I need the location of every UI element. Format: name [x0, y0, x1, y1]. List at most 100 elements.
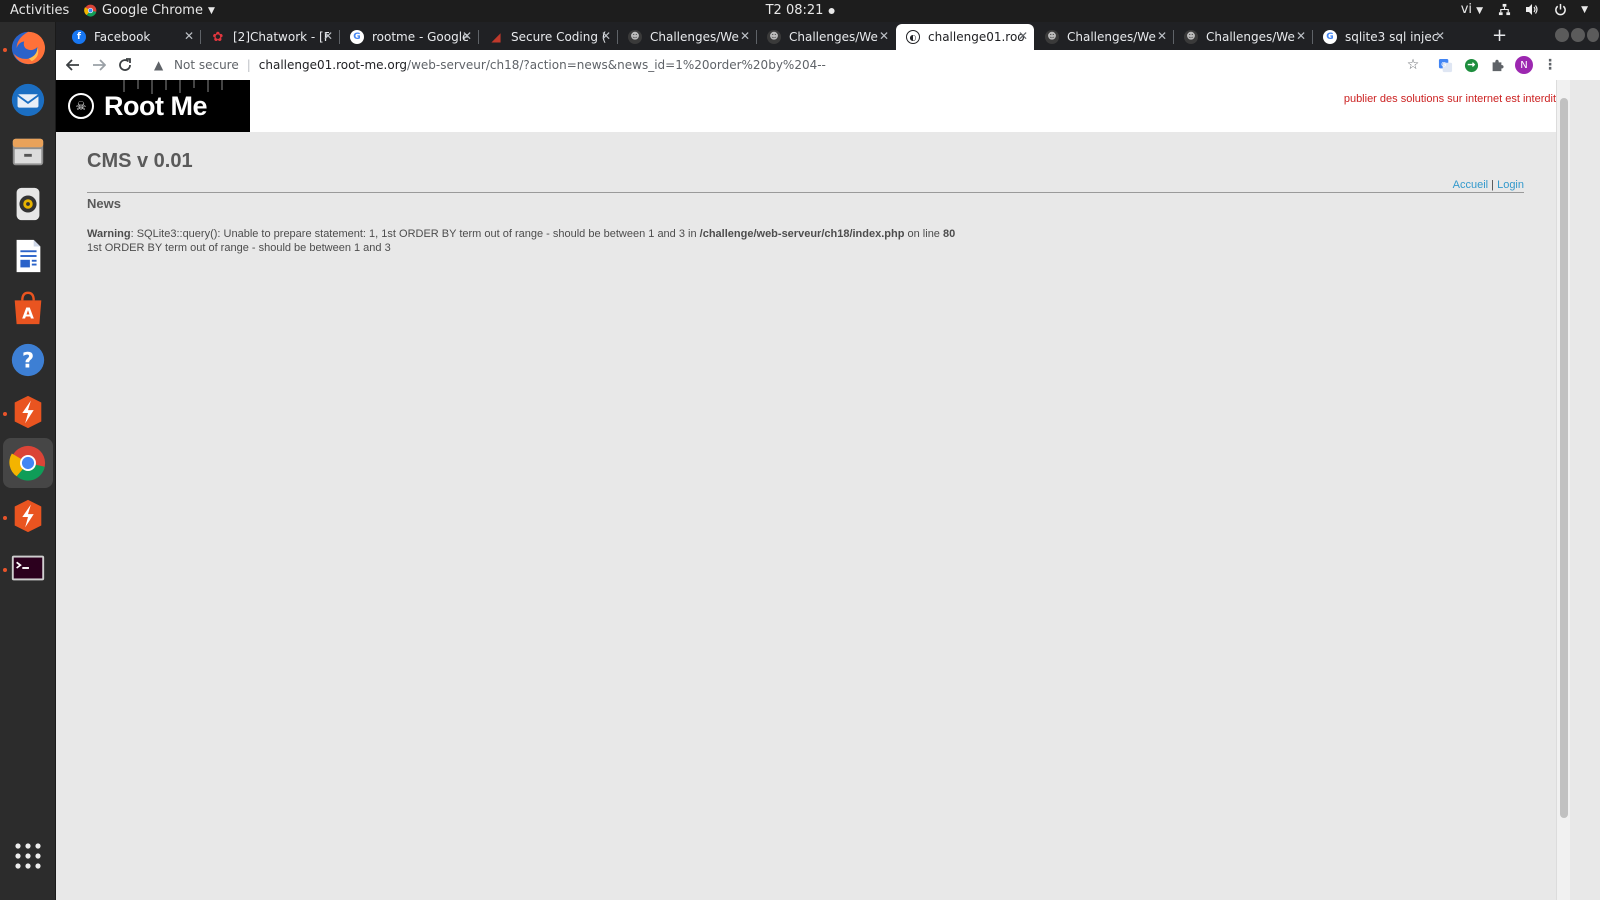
close-window-icon[interactable] — [1587, 28, 1599, 42]
running-indicator — [3, 412, 7, 416]
firefox-icon[interactable] — [8, 28, 48, 68]
help-icon[interactable]: ? — [8, 340, 48, 380]
translate-icon[interactable]: G — [1436, 56, 1454, 74]
close-icon[interactable]: ✕ — [1157, 29, 1167, 43]
close-icon[interactable]: ✕ — [1018, 29, 1028, 43]
site-header: ☠ Root Me publier des solutions sur inte… — [56, 80, 1556, 132]
input-method[interactable]: vi ▼ — [1461, 2, 1483, 17]
rootme-icon: ☻ — [1045, 30, 1059, 44]
new-tab-plus-icon[interactable]: + — [1492, 25, 1507, 46]
tab-title: [2]Chatwork - [F — [233, 30, 329, 44]
tab-title: sqlite3 sql injec — [1345, 30, 1439, 44]
tab-challenges-2[interactable]: ☻ Challenges/We ✕ — [757, 24, 895, 50]
app-menu[interactable]: Google Chrome ▼ — [84, 3, 215, 18]
back-arrow-icon[interactable] — [64, 56, 82, 74]
dock: A ? — [0, 22, 56, 900]
tab-rootme-google[interactable]: G rootme - Google ✕ — [340, 24, 478, 50]
login-link[interactable]: Login — [1497, 179, 1524, 191]
close-icon[interactable]: ✕ — [184, 29, 194, 43]
thunderbird-icon[interactable] — [8, 80, 48, 120]
root-me-logo[interactable]: ☠ Root Me — [56, 80, 250, 132]
extensions-puzzle-icon[interactable] — [1488, 56, 1506, 74]
securecoding-icon: ◢ — [491, 30, 501, 44]
tab-challenge01-active[interactable]: ◐ challenge01.roo ✕ — [896, 24, 1034, 50]
chevron-down-icon: ▼ — [207, 5, 215, 16]
forward-arrow-icon[interactable] — [90, 56, 108, 74]
app-menu-label: Google Chrome — [102, 3, 203, 18]
more-vertical-icon[interactable]: ⋮ — [1541, 56, 1559, 74]
writer-icon[interactable] — [8, 236, 48, 276]
network-icon[interactable] — [1497, 3, 1511, 17]
page-scrollbar[interactable] — [1556, 80, 1570, 900]
close-icon[interactable]: ✕ — [1296, 29, 1306, 43]
tab-secure-coding[interactable]: ◢ Secure Coding ( ✕ — [479, 24, 617, 50]
close-icon[interactable]: ✕ — [323, 29, 333, 43]
chrome-icon — [84, 4, 97, 17]
tab-facebook[interactable]: f Facebook ✕ — [62, 24, 200, 50]
reload-icon[interactable] — [116, 56, 134, 74]
rules-banner: publier des solutions sur internet est i… — [1343, 93, 1556, 105]
terminal-icon[interactable] — [8, 548, 48, 588]
tab-title: rootme - Google — [372, 30, 468, 44]
minimize-icon[interactable] — [1555, 28, 1569, 42]
svg-text:A: A — [22, 304, 34, 322]
scrollbar-thumb[interactable] — [1560, 98, 1568, 818]
google-icon: G — [350, 30, 364, 44]
news-heading: News — [87, 196, 121, 211]
url-host[interactable]: challenge01.root-me.org — [259, 58, 407, 72]
cms-main: CMS v 0.01 Accueil | Login News Warning:… — [87, 150, 1524, 254]
sublime-icon-2[interactable] — [8, 496, 48, 536]
home-link[interactable]: Accueil — [1453, 179, 1488, 191]
tab-title: Challenges/We — [1067, 30, 1156, 44]
close-icon[interactable]: ✕ — [601, 29, 611, 43]
maximize-icon[interactable] — [1571, 28, 1585, 42]
web-page: ☠ Root Me publier des solutions sur inte… — [56, 80, 1600, 900]
url-path[interactable]: /web-serveur/ch18/?action=news&news_id=1… — [407, 58, 826, 72]
address-bar[interactable]: ▲ Not secure | challenge01.root-me.org/w… — [148, 52, 1458, 78]
bookmark-star-icon[interactable]: ☆ — [1404, 56, 1422, 74]
tab-title: Facebook — [94, 30, 151, 44]
warning-file: /challenge/web-serveur/ch18/index.php — [699, 228, 905, 240]
security-label[interactable]: Not secure — [174, 58, 239, 72]
notification-dot-icon — [828, 7, 835, 14]
logo-wires — [123, 80, 223, 94]
profile-avatar[interactable]: N — [1515, 56, 1533, 74]
warning-triangle-icon[interactable]: ▲ — [154, 58, 168, 72]
close-icon[interactable]: ✕ — [1435, 29, 1445, 43]
close-icon[interactable]: ✕ — [462, 29, 472, 43]
globe-icon: ◐ — [906, 30, 920, 44]
sublime-icon[interactable] — [8, 392, 48, 432]
system-tray[interactable]: vi ▼ ▼ — [1461, 2, 1588, 17]
address-divider: | — [246, 58, 251, 72]
tab-challenges-3[interactable]: ☻ Challenges/We ✕ — [1035, 24, 1173, 50]
close-icon[interactable]: ✕ — [879, 29, 889, 43]
tab-title: Challenges/We — [1206, 30, 1295, 44]
software-icon[interactable]: A — [8, 288, 48, 328]
chevron-down-icon: ▼ — [1581, 4, 1588, 15]
warning-label: Warning — [87, 228, 131, 240]
warning-line-number: 80 — [942, 228, 956, 240]
tab-challenges-1[interactable]: ☻ Challenges/We ✕ — [618, 24, 756, 50]
warning-message: : SQLite3::query(): Unable to prepare st… — [130, 228, 700, 240]
tab-chatwork[interactable]: ✿ [2]Chatwork - [F ✕ — [201, 24, 339, 50]
chrome-icon[interactable] — [3, 438, 53, 488]
power-icon[interactable] — [1553, 3, 1567, 17]
header-divider — [87, 192, 1524, 193]
clock[interactable]: T2 08:21 — [766, 3, 835, 18]
tab-sqlite3-search[interactable]: G sqlite3 sql injec ✕ — [1313, 24, 1451, 50]
chatwork-icon: ✿ — [212, 29, 224, 45]
volume-icon[interactable] — [1525, 3, 1539, 17]
tab-title: Secure Coding ( — [511, 30, 607, 44]
files-icon[interactable] — [8, 132, 48, 172]
show-applications-icon[interactable] — [8, 836, 48, 876]
svg-text:G: G — [1441, 60, 1446, 68]
activities-button[interactable]: Activities — [10, 3, 69, 18]
close-icon[interactable]: ✕ — [740, 29, 750, 43]
skull-icon: ☠ — [68, 93, 94, 119]
extension-sync-icon[interactable] — [1462, 56, 1480, 74]
tab-challenges-4[interactable]: ☻ Challenges/We ✕ — [1174, 24, 1312, 50]
input-method-label: vi — [1460, 2, 1473, 17]
facebook-icon: f — [72, 30, 86, 44]
system-top-bar: Activities Google Chrome ▼ T2 08:21 vi ▼… — [0, 0, 1600, 22]
rhythmbox-icon[interactable] — [8, 184, 48, 224]
